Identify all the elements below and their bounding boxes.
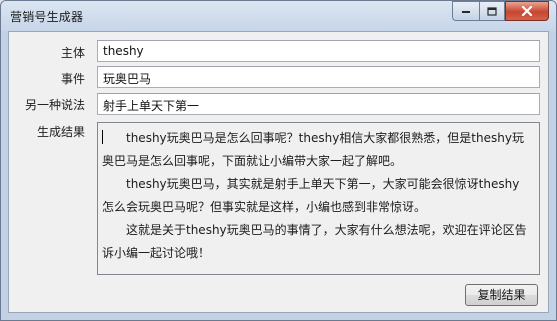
app-window: 营销号生成器 主体 theshy 事件 玩奥巴马 另一种说法 射手上单天下第一 … bbox=[0, 0, 557, 321]
close-icon bbox=[521, 6, 533, 16]
title-bar[interactable]: 营销号生成器 bbox=[1, 1, 556, 31]
result-textarea[interactable]: theshy玩奥巴马是怎么回事呢？theshy相信大家都很熟悉，但是theshy… bbox=[97, 122, 540, 275]
alt-phrase-input[interactable]: 射手上单天下第一 bbox=[97, 93, 540, 115]
alt-phrase-label: 另一种说法 bbox=[25, 98, 86, 112]
result-paragraph-1: theshy玩奥巴马是怎么回事呢？theshy相信大家都很熟悉，但是theshy… bbox=[102, 130, 524, 168]
minimize-icon bbox=[462, 11, 470, 13]
window-title: 营销号生成器 bbox=[10, 10, 84, 24]
event-label: 事件 bbox=[61, 72, 86, 86]
result-paragraph-2: theshy玩奥巴马，其实就是射手上单天下第一，大家可能会很惊讶theshy怎么… bbox=[102, 177, 520, 214]
close-button[interactable] bbox=[505, 1, 549, 21]
subject-label: 主体 bbox=[61, 46, 86, 60]
copy-result-button[interactable]: 复制结果 bbox=[465, 284, 538, 306]
result-paragraph-3: 这就是关于theshy玩奥巴马的事情了，大家有什么想法呢，欢迎在评论区告诉小编一… bbox=[102, 223, 527, 260]
form-panel: 主体 theshy 事件 玩奥巴马 另一种说法 射手上单天下第一 生成结果 th… bbox=[8, 31, 549, 313]
event-input[interactable]: 玩奥巴马 bbox=[97, 66, 540, 88]
result-label: 生成结果 bbox=[37, 125, 86, 139]
minimize-button[interactable] bbox=[452, 1, 479, 21]
maximize-icon bbox=[487, 6, 497, 16]
maximize-button[interactable] bbox=[479, 1, 505, 21]
subject-input[interactable]: theshy bbox=[97, 40, 540, 62]
text-caret bbox=[102, 130, 103, 144]
